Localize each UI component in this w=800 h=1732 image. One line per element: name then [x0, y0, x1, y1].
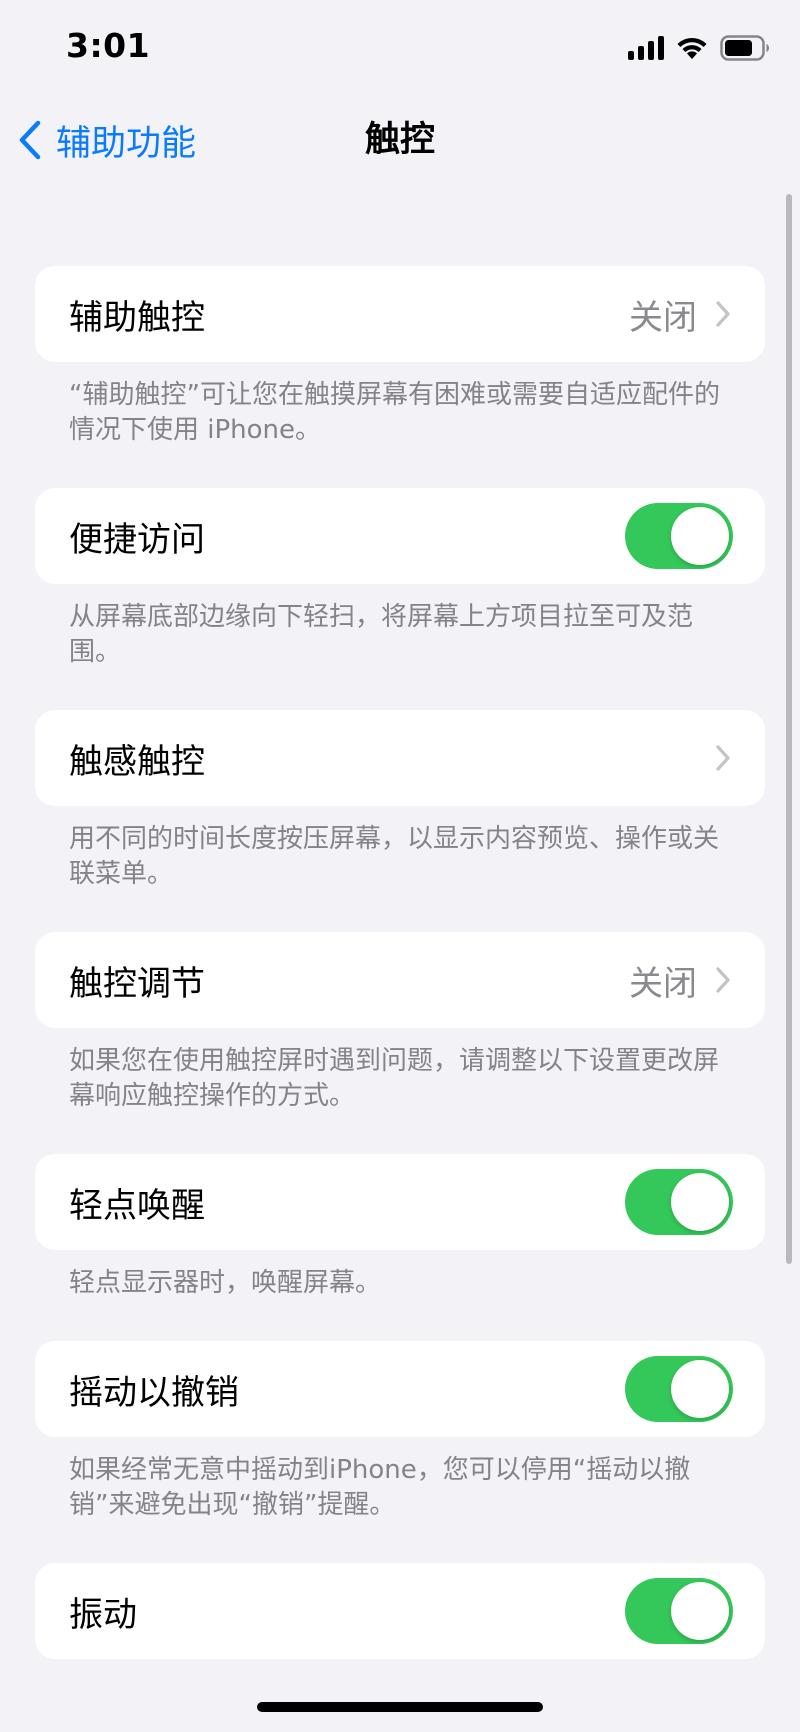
setting-label: 触感触控	[69, 741, 205, 782]
settings-group-haptic-touch: 触感触控 用不同的时间长度按压屏幕，以显示内容预览、操作或关联菜单。	[35, 710, 765, 892]
setting-label: 轻点唤醒	[69, 1185, 205, 1226]
back-button[interactable]: 辅助功能	[18, 110, 196, 170]
toggle-knob	[671, 1173, 729, 1231]
toggle-knob	[671, 507, 729, 565]
vibration-toggle[interactable]	[625, 1578, 733, 1644]
setting-row-reachability: 便捷访问	[35, 488, 765, 584]
setting-label: 辅助触控	[69, 297, 205, 338]
status-bar: 3:01	[0, 0, 800, 100]
status-icons	[628, 34, 770, 62]
scroll-indicator[interactable]	[786, 194, 792, 1264]
shake-to-undo-toggle[interactable]	[625, 1356, 733, 1422]
chevron-right-icon	[716, 967, 730, 993]
toggle-knob	[671, 1582, 729, 1640]
setting-row-touch-accommodations[interactable]: 触控调节 关闭	[35, 932, 765, 1028]
setting-label: 触控调节	[69, 963, 205, 1004]
settings-group-shake-to-undo: 摇动以撤销 如果经常无意中摇动到iPhone，您可以停用“摇动以撤销”来避免出现…	[35, 1341, 765, 1523]
setting-row-haptic-touch[interactable]: 触感触控	[35, 710, 765, 806]
cellular-signal-icon	[628, 36, 664, 60]
status-time: 3:01	[66, 26, 151, 65]
settings-list: 辅助触控 关闭 “辅助触控”可让您在触摸屏幕有困难或需要自适应配件的情况下使用 …	[35, 266, 765, 1699]
home-indicator[interactable]	[257, 1702, 543, 1712]
setting-row-vibration: 振动	[35, 1563, 765, 1659]
settings-group-tap-to-wake: 轻点唤醒 轻点显示器时，唤醒屏幕。	[35, 1154, 765, 1301]
chevron-right-icon	[716, 745, 730, 771]
setting-label: 便捷访问	[69, 519, 205, 560]
setting-value: 关闭	[629, 297, 697, 338]
toggle-knob	[671, 1360, 729, 1418]
battery-icon	[720, 35, 770, 61]
navigation-bar: 辅助功能 触控	[0, 110, 800, 170]
setting-footer: 从屏幕底部边缘向下轻扫，将屏幕上方项目拉至可及范围。	[69, 602, 694, 667]
wifi-icon	[676, 36, 708, 60]
setting-footer: “辅助触控”可让您在触摸屏幕有困难或需要自适应配件的情况下使用 iPhone。	[69, 380, 720, 445]
settings-group-vibration: 振动	[35, 1563, 765, 1659]
setting-label: 振动	[69, 1594, 137, 1635]
setting-footer: 轻点显示器时，唤醒屏幕。	[69, 1268, 382, 1298]
tap-to-wake-toggle[interactable]	[625, 1169, 733, 1235]
setting-value: 关闭	[629, 963, 697, 1004]
reachability-toggle[interactable]	[625, 503, 733, 569]
setting-row-tap-to-wake: 轻点唤醒	[35, 1154, 765, 1250]
setting-row-assistivetouch[interactable]: 辅助触控 关闭	[35, 266, 765, 362]
chevron-right-icon	[716, 301, 730, 327]
setting-footer: 用不同的时间长度按压屏幕，以显示内容预览、操作或关联菜单。	[69, 824, 720, 889]
setting-footer: 如果您在使用触控屏时遇到问题，请调整以下设置更改屏幕响应触控操作的方式。	[69, 1046, 720, 1111]
setting-label: 摇动以撤销	[69, 1372, 239, 1413]
chevron-left-icon	[19, 120, 41, 160]
setting-footer: 如果经常无意中摇动到iPhone，您可以停用“摇动以撤销”来避免出现“撤销”提醒…	[69, 1455, 691, 1520]
settings-group-touch-accommodations: 触控调节 关闭 如果您在使用触控屏时遇到问题，请调整以下设置更改屏幕响应触控操作…	[35, 932, 765, 1114]
setting-row-shake-to-undo: 摇动以撤销	[35, 1341, 765, 1437]
back-button-label: 辅助功能	[56, 123, 197, 164]
settings-group-assistivetouch: 辅助触控 关闭 “辅助触控”可让您在触摸屏幕有困难或需要自适应配件的情况下使用 …	[35, 266, 765, 448]
settings-group-reachability: 便捷访问 从屏幕底部边缘向下轻扫，将屏幕上方项目拉至可及范围。	[35, 488, 765, 670]
